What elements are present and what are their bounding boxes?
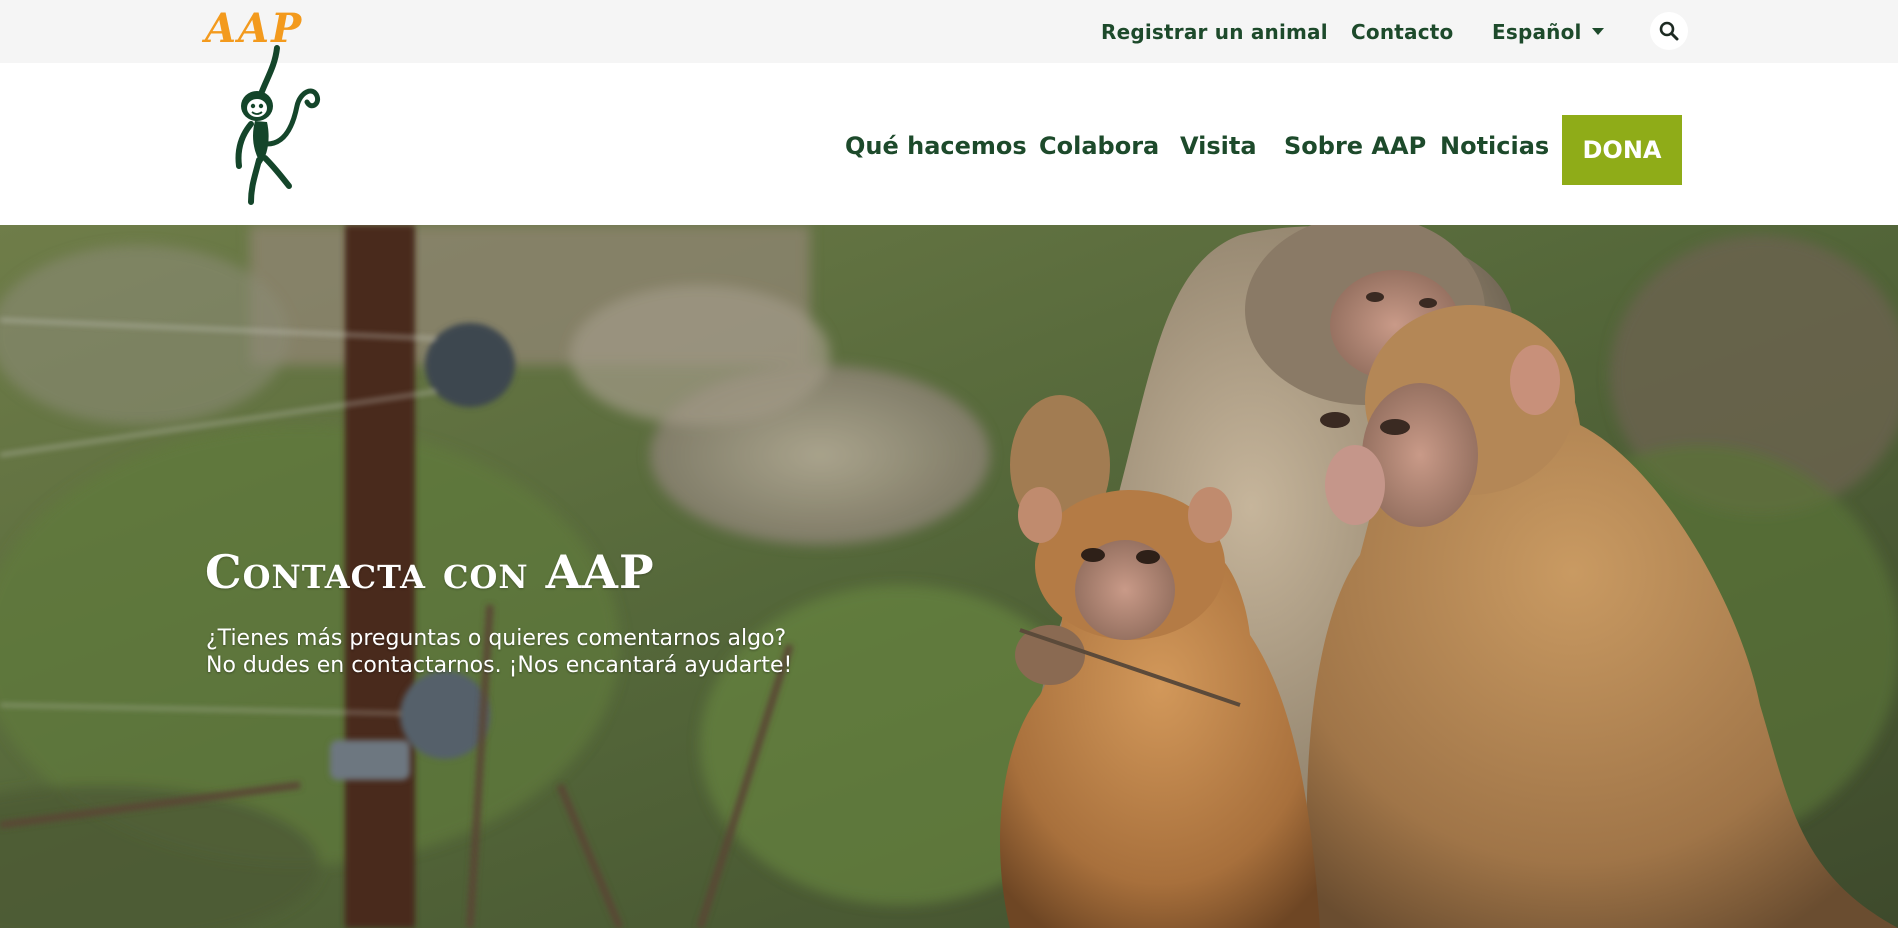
nav-item-colabora[interactable]: Colabora — [1039, 129, 1159, 163]
nav-item-sobre-aap[interactable]: Sobre AAP — [1284, 129, 1426, 163]
hanging-monkey-icon — [235, 45, 321, 205]
search-button[interactable] — [1650, 12, 1688, 50]
hero-banner: Contacta con AAP ¿Tienes más preguntas o… — [0, 225, 1898, 928]
nav-item-que-hacemos[interactable]: Qué hacemos — [845, 129, 1027, 163]
aap-logo[interactable]: AAP — [205, 8, 345, 205]
hero-subtitle-line-2: No dudes en contactarnos. ¡Nos encantará… — [206, 653, 793, 678]
language-selector[interactable]: Español — [1492, 19, 1604, 45]
language-label: Español — [1492, 20, 1582, 44]
donate-button[interactable]: DONA — [1562, 115, 1682, 185]
nav-item-noticias[interactable]: Noticias — [1440, 129, 1549, 163]
caret-down-icon — [1591, 28, 1604, 35]
contact-link[interactable]: Contacto — [1351, 19, 1453, 45]
search-icon — [1659, 21, 1679, 41]
register-animal-link[interactable]: Registrar un animal — [1101, 19, 1328, 45]
hero-subtitle-line-1: ¿Tienes más preguntas o quieres comentar… — [206, 626, 787, 651]
page-title: Contacta con AAP — [205, 545, 655, 599]
nav-item-visita[interactable]: Visita — [1180, 129, 1257, 163]
